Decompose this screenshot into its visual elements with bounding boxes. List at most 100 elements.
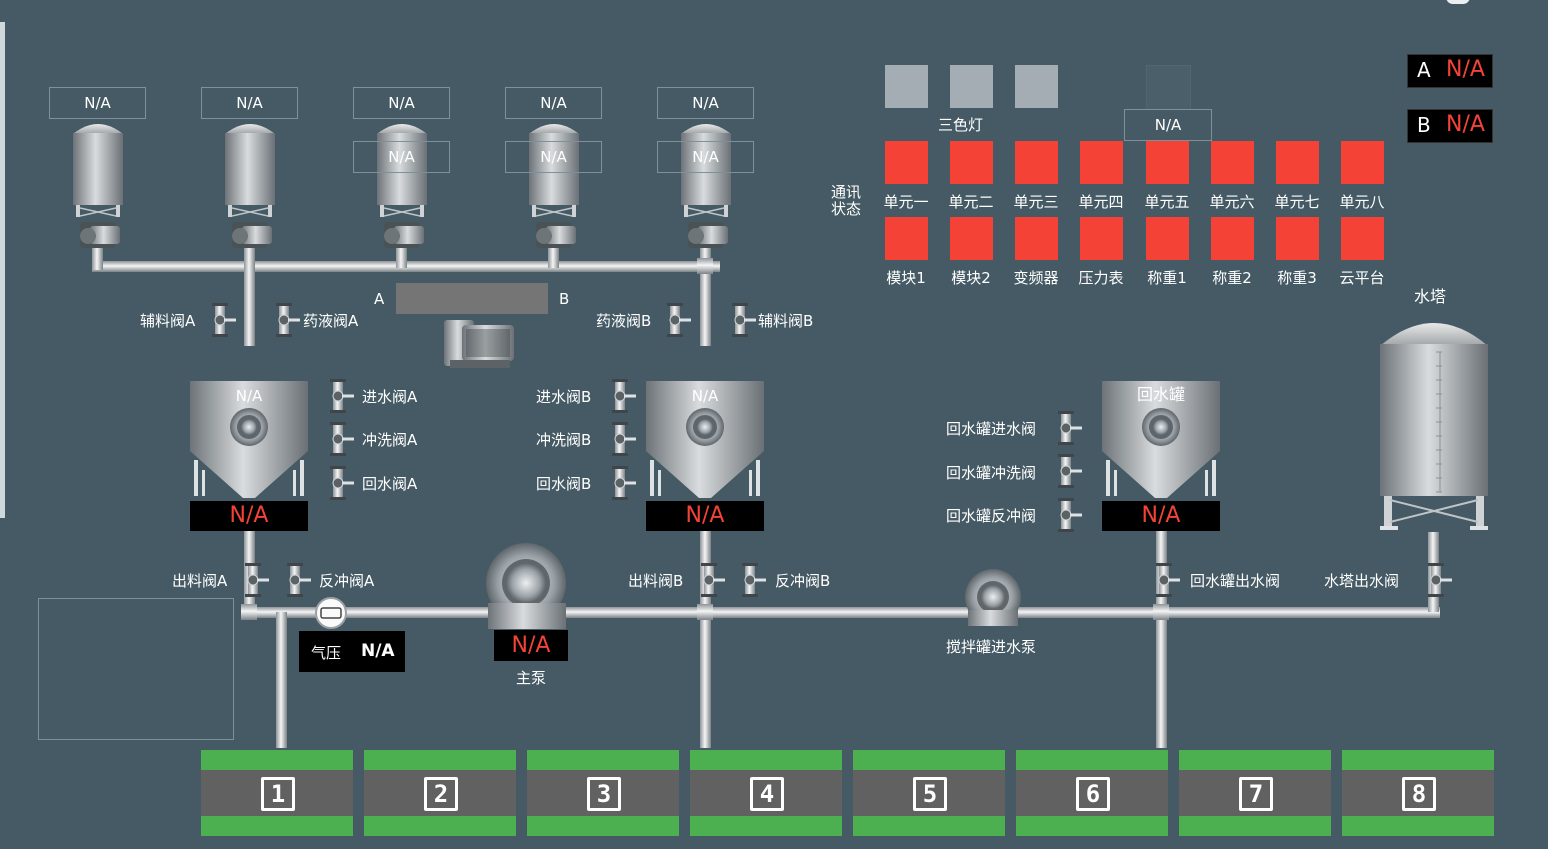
pipe-aux-a xyxy=(244,240,255,346)
valve-return-b[interactable] xyxy=(612,466,636,500)
valve-tower-out[interactable] xyxy=(1428,563,1452,597)
valve-label-inlet-b: 进水阀B xyxy=(536,388,592,406)
cell-top-strip xyxy=(364,750,516,770)
cell-7[interactable]: 7 xyxy=(1179,750,1331,836)
valve-label-med-a: 药液阀A xyxy=(303,312,359,330)
pressure-gauge xyxy=(315,597,347,629)
module-indicator-2 xyxy=(950,217,993,260)
valve-label-tower-out: 水塔出水阀 xyxy=(1324,572,1400,590)
readout-b: B N/A xyxy=(1407,109,1493,143)
valve-med-a[interactable] xyxy=(276,303,300,337)
mix-pump xyxy=(965,569,1021,626)
valve-rt-flush[interactable] xyxy=(1058,454,1082,488)
valve-rt-inlet[interactable] xyxy=(1058,411,1082,445)
tri-light-yellow xyxy=(950,65,993,108)
cell-number: 4 xyxy=(750,777,784,811)
cell-1[interactable]: 1 xyxy=(201,750,353,836)
valve-label-rt-backflush: 回水罐反冲阀 xyxy=(946,507,1037,525)
module-indicator-4 xyxy=(1080,217,1123,260)
tank-b-display: N/A xyxy=(646,501,764,531)
valve-inlet-a[interactable] xyxy=(330,379,354,413)
mixer-bar xyxy=(396,283,548,314)
cell-bottom-strip xyxy=(364,816,516,836)
tank-a-name: N/A xyxy=(235,387,263,405)
valve-label-aux-a: 辅料阀A xyxy=(140,312,196,330)
valve-inlet-b[interactable] xyxy=(612,379,636,413)
cell-bottom-strip xyxy=(1016,816,1168,836)
pressure-readout: 气压 N/A xyxy=(299,631,405,672)
tri-light-red xyxy=(885,65,928,108)
valve-label-return-b: 回水阀B xyxy=(536,475,592,493)
valve-rt-out[interactable] xyxy=(1156,563,1180,597)
tri-extra-value: N/A xyxy=(1124,109,1212,141)
cell-6[interactable]: 6 xyxy=(1016,750,1168,836)
cell-top-strip xyxy=(853,750,1005,770)
valve-aux-b[interactable] xyxy=(732,303,756,337)
pressure-value: N/A xyxy=(361,641,395,661)
silo-5-level: N/A xyxy=(657,141,754,173)
silo-2-value: N/A xyxy=(201,87,298,119)
water-tower-title: 水塔 xyxy=(1414,287,1447,306)
mixer-label-b: B xyxy=(559,290,570,308)
cell-top-strip xyxy=(1342,750,1494,770)
tank-b-name: N/A xyxy=(691,387,719,405)
main-pump xyxy=(486,543,566,629)
cell-8[interactable]: 8 xyxy=(1342,750,1494,836)
tri-extra-indicator xyxy=(1146,65,1191,110)
module-indicator-3 xyxy=(1015,217,1058,260)
silo-1 xyxy=(73,124,123,248)
valve-rt-backflush[interactable] xyxy=(1058,498,1082,532)
valve-med-b[interactable] xyxy=(667,303,691,337)
valve-label-rt-flush: 回水罐冲洗阀 xyxy=(946,464,1037,482)
valve-aux-a[interactable] xyxy=(212,303,236,337)
cell-number: 7 xyxy=(1239,777,1273,811)
unit-indicator-8 xyxy=(1341,141,1384,184)
main-header-pipe xyxy=(244,607,1440,618)
unit-label-8: 单元八 xyxy=(1339,193,1385,211)
main-pump-display: N/A xyxy=(494,630,568,661)
module-label-5: 称重1 xyxy=(1147,269,1187,287)
cell-bottom-strip xyxy=(1179,816,1331,836)
valve-out-b[interactable] xyxy=(701,563,725,597)
pressure-label: 气压 xyxy=(311,644,342,662)
module-label-8: 云平台 xyxy=(1339,269,1385,287)
scada-screen: N/A N/A N/A N/A N/A N/A N/A N/A A B 辅料阀A 药液阀A 药… xyxy=(0,0,1548,849)
cell-number: 8 xyxy=(1402,777,1436,811)
valve-label-out-a: 出料阀A xyxy=(172,572,228,590)
tri-light-green xyxy=(1015,65,1058,108)
cell-number: 3 xyxy=(587,777,621,811)
module-indicator-7 xyxy=(1276,217,1319,260)
cell-bottom-strip xyxy=(690,816,842,836)
cell-number: 5 xyxy=(913,777,947,811)
cell-top-strip xyxy=(690,750,842,770)
valve-return-a[interactable] xyxy=(330,466,354,500)
unit-indicator-6 xyxy=(1211,141,1254,184)
mix-pump-label: 搅拌罐进水泵 xyxy=(946,638,1037,656)
valve-label-aux-b: 辅料阀B xyxy=(758,312,814,330)
module-indicator-5 xyxy=(1146,217,1189,260)
valve-out-a[interactable] xyxy=(245,563,269,597)
valve-label-med-b: 药液阀B xyxy=(596,312,652,330)
module-label-1: 模块1 xyxy=(886,269,926,287)
valve-back-b[interactable] xyxy=(742,563,766,597)
module-label-4: 压力表 xyxy=(1078,269,1124,287)
cell-5[interactable]: 5 xyxy=(853,750,1005,836)
valve-label-flush-b: 冲洗阀B xyxy=(536,431,592,449)
valve-flush-b[interactable] xyxy=(612,422,636,456)
return-tank-name: 回水罐 xyxy=(1136,385,1185,404)
cell-2[interactable]: 2 xyxy=(364,750,516,836)
valve-label-back-a: 反冲阀A xyxy=(319,572,375,590)
silo-4-level: N/A xyxy=(505,141,602,173)
pipe-aux-b xyxy=(700,240,711,346)
valve-label-flush-a: 冲洗阀A xyxy=(362,431,418,449)
module-label-3: 变频器 xyxy=(1013,269,1059,287)
unit-indicator-5 xyxy=(1146,141,1189,184)
valve-flush-a[interactable] xyxy=(330,422,354,456)
water-tower xyxy=(1380,323,1488,530)
unit-label-2: 单元二 xyxy=(948,193,994,211)
cell-4[interactable]: 4 xyxy=(690,750,842,836)
cell-3[interactable]: 3 xyxy=(527,750,679,836)
valve-back-a[interactable] xyxy=(287,563,311,597)
valve-label-out-b: 出料阀B xyxy=(628,572,684,590)
unit-label-1: 单元一 xyxy=(883,193,929,211)
